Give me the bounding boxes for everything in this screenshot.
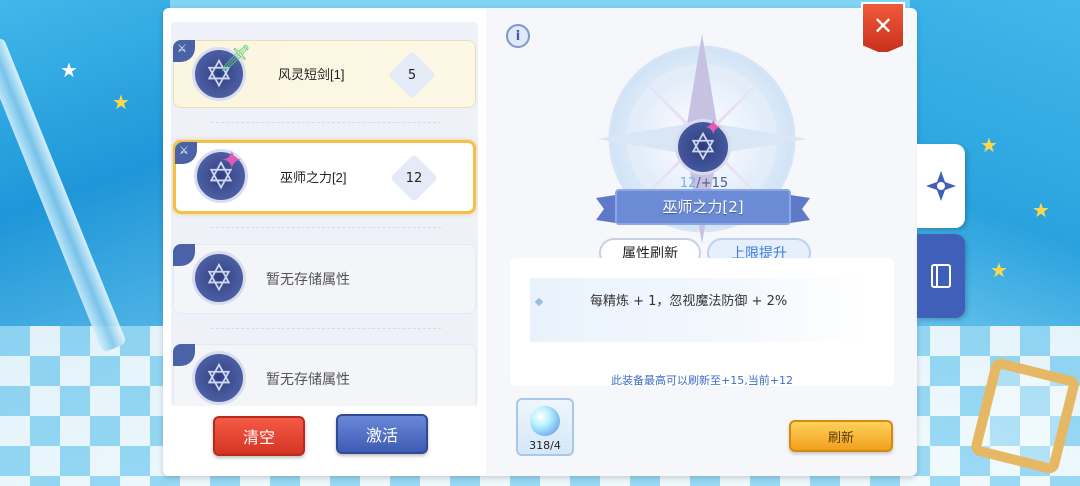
weapon-type-icon: ⚔ (179, 144, 189, 157)
compass-star-icon (926, 171, 956, 201)
slot-divider (211, 122, 441, 123)
refine-limit-note: 此装备最高可以刷新至+15,当前+12 (611, 374, 793, 387)
slot-type-badge: ⚔ (175, 142, 197, 164)
star-icon: ★ (1032, 198, 1050, 222)
slot-type-badge: ⚔ (173, 40, 195, 62)
clear-button[interactable]: 清空 (213, 416, 305, 456)
side-tab-book[interactable] (917, 234, 965, 318)
star-icon: ★ (60, 58, 78, 82)
slot-level-badge: 12 (389, 153, 439, 203)
book-icon (931, 264, 951, 288)
slot-wind-dagger[interactable]: ⚔ 🗡 风灵短剑[1] 5 (173, 40, 476, 108)
hexagram-emblem: ✦ (194, 146, 248, 203)
side-tab-refine[interactable] (917, 144, 965, 228)
item-name-label: 巫师之力[2] (662, 198, 744, 216)
crystal-icon (530, 406, 560, 436)
refresh-button[interactable]: 刷新 (789, 420, 893, 452)
slot-divider (211, 328, 441, 329)
hexagram-icon (207, 362, 231, 392)
activate-button[interactable]: 激活 (336, 414, 428, 454)
slot-level-value: 5 (407, 67, 417, 83)
weapon-type-icon: ⚔ (177, 42, 187, 55)
refine-panel: ⚔ 🗡 风灵短剑[1] 5 ⚔ ✦ 巫师之力[2] 12 暂无存储属性 暂无存储… (163, 2, 917, 476)
slot-empty[interactable]: 暂无存储属性 (173, 344, 476, 406)
wizard-staff-icon: ✦ (221, 146, 243, 176)
slot-divider (211, 227, 441, 228)
wind-dagger-icon: 🗡 (219, 44, 253, 74)
close-icon: ✕ (872, 12, 894, 40)
attribute-slot-list[interactable]: ⚔ 🗡 风灵短剑[1] 5 ⚔ ✦ 巫师之力[2] 12 暂无存储属性 暂无存储… (171, 22, 478, 406)
star-icon: ★ (990, 258, 1008, 282)
info-icon[interactable]: i (506, 24, 530, 48)
selected-item-emblem: ✦ (675, 116, 731, 175)
slot-item-name: 巫师之力[2] (280, 170, 347, 185)
slot-level-value: 12 (405, 170, 423, 186)
hexagram-icon (207, 262, 231, 292)
attribute-row-bg (530, 278, 870, 342)
hexagram-emblem (192, 251, 246, 305)
hexagram-emblem (192, 351, 246, 405)
wizard-staff-icon: ✦ (704, 116, 723, 141)
attribute-text: 每精炼 + 1，忽视魔法防御 + 2% (590, 294, 788, 309)
slot-empty-text: 暂无存储属性 (266, 272, 350, 288)
slot-level-badge: 5 (387, 50, 437, 100)
slot-empty[interactable]: 暂无存储属性 (173, 244, 476, 314)
star-icon: ★ (112, 90, 130, 114)
material-count: 318/4 (529, 439, 561, 452)
slot-wizard-power[interactable]: ⚔ ✦ 巫师之力[2] 12 (173, 140, 476, 214)
slot-type-badge (173, 244, 195, 266)
slot-empty-text: 暂无存储属性 (266, 372, 350, 388)
star-icon: ★ (980, 133, 998, 157)
close-button[interactable]: ✕ (861, 2, 905, 54)
attribute-box: 每精炼 + 1，忽视魔法防御 + 2% 此装备最高可以刷新至+15,当前+12 (510, 258, 894, 387)
slot-type-badge (173, 344, 195, 366)
slot-item-name: 风灵短剑[1] (278, 67, 345, 82)
refine-detail-column: i ✦ 12/+15 巫师之力[2] 属性刷新 上限提升 每精炼 + 1，忽视魔… (486, 8, 917, 476)
material-slot[interactable]: 318/4 (516, 398, 574, 456)
stored-attributes-column: ⚔ 🗡 风灵短剑[1] 5 ⚔ ✦ 巫师之力[2] 12 暂无存储属性 暂无存储… (163, 8, 486, 476)
hexagram-emblem: 🗡 (192, 46, 252, 101)
